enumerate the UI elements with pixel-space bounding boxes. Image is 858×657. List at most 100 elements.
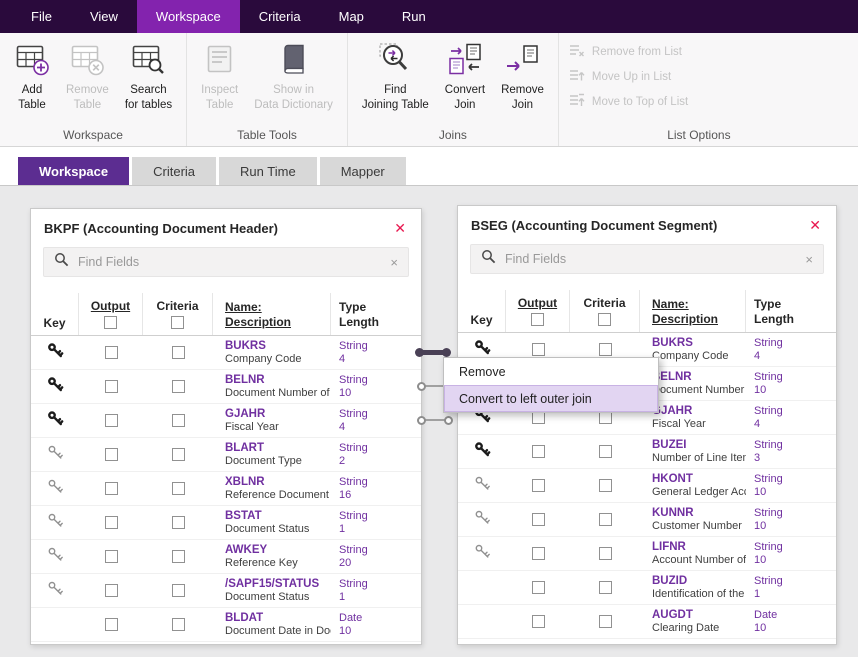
criteria-checkbox[interactable] xyxy=(598,547,612,560)
output-checkbox[interactable] xyxy=(104,414,118,427)
menu-run[interactable]: Run xyxy=(383,0,445,33)
table-header: Key Output Criteria Name: Description Ty… xyxy=(458,290,836,333)
tab-criteria[interactable]: Criteria xyxy=(132,157,217,185)
tab-mapper[interactable]: Mapper xyxy=(319,157,406,185)
output-checkbox[interactable] xyxy=(104,482,118,495)
menu-map[interactable]: Map xyxy=(320,0,383,33)
criteria-checkbox[interactable] xyxy=(171,414,185,427)
field-name[interactable]: BUZEI xyxy=(652,439,687,451)
type-cell: String 4 xyxy=(331,336,421,369)
convert-join-button[interactable]: Convert Join xyxy=(439,36,491,128)
tab-workspace[interactable]: Workspace xyxy=(18,157,130,185)
selected-join-endpoint-dot[interactable] xyxy=(415,348,424,357)
criteria-checkbox[interactable] xyxy=(171,482,185,495)
search-for-tables-button[interactable]: Search for tables xyxy=(119,36,178,128)
field-name[interactable]: LIFNR xyxy=(652,541,686,553)
output-checkbox[interactable] xyxy=(531,547,545,560)
type-cell: String 3 xyxy=(746,435,836,468)
field-name[interactable]: BLART xyxy=(225,442,264,454)
criteria-checkbox[interactable] xyxy=(598,581,612,594)
join-endpoint-circle[interactable] xyxy=(444,416,453,425)
field-name[interactable]: AUGDT xyxy=(652,609,693,621)
name-cell: BSTAT Document Status xyxy=(213,506,331,539)
output-checkbox[interactable] xyxy=(531,581,545,594)
clear-search-icon[interactable]: × xyxy=(390,255,398,270)
criteria-checkbox[interactable] xyxy=(171,516,185,529)
output-checkbox[interactable] xyxy=(531,615,545,628)
output-checkbox[interactable] xyxy=(104,448,118,461)
name-column-label[interactable]: Name: xyxy=(225,300,262,314)
output-checkbox[interactable] xyxy=(531,343,545,356)
field-name[interactable]: BUKRS xyxy=(652,337,693,349)
menubar: File View Workspace Criteria Map Run xyxy=(0,0,858,33)
output-column-label[interactable]: Output xyxy=(91,299,130,313)
criteria-select-all-checkbox[interactable] xyxy=(171,316,184,329)
context-menu-item-remove[interactable]: Remove xyxy=(444,358,658,385)
menu-workspace[interactable]: Workspace xyxy=(136,0,240,33)
menu-file[interactable]: File xyxy=(12,0,71,33)
criteria-checkbox[interactable] xyxy=(171,448,185,461)
output-checkbox[interactable] xyxy=(531,513,545,526)
criteria-select-all-checkbox[interactable] xyxy=(598,313,611,326)
output-select-all-checkbox[interactable] xyxy=(531,313,544,326)
join-endpoint-circle[interactable] xyxy=(417,416,426,425)
length-column-label: Length xyxy=(754,311,794,326)
close-panel-icon[interactable]: ✕ xyxy=(807,217,823,234)
search-tables-icon xyxy=(130,41,166,77)
name-column-label[interactable]: Name: xyxy=(652,297,689,311)
field-name[interactable]: HKONT xyxy=(652,473,693,485)
criteria-checkbox[interactable] xyxy=(598,343,612,356)
output-checkbox[interactable] xyxy=(531,479,545,492)
tab-run-time[interactable]: Run Time xyxy=(219,157,317,185)
find-fields-input[interactable]: Find Fields × xyxy=(43,247,409,277)
description-column-label[interactable]: Description xyxy=(225,315,291,329)
output-checkbox[interactable] xyxy=(531,445,545,458)
button-label: Convert Join xyxy=(444,84,486,111)
name-cell: BUZEINumber of Line Item W xyxy=(640,435,746,468)
criteria-checkbox[interactable] xyxy=(598,513,612,526)
output-column-label[interactable]: Output xyxy=(518,296,557,310)
field-name[interactable]: BUZID xyxy=(652,575,687,587)
criteria-checkbox[interactable] xyxy=(598,615,612,628)
join-endpoint-circle[interactable] xyxy=(417,382,426,391)
button-label: Add Table xyxy=(18,84,46,111)
close-panel-icon[interactable]: ✕ xyxy=(392,220,408,237)
output-checkbox[interactable] xyxy=(104,584,118,597)
menu-criteria[interactable]: Criteria xyxy=(240,0,320,33)
output-select-all-checkbox[interactable] xyxy=(104,316,117,329)
criteria-checkbox[interactable] xyxy=(171,346,185,359)
field-name[interactable]: BELNR xyxy=(225,374,265,386)
output-checkbox[interactable] xyxy=(104,380,118,393)
field-name[interactable]: BLDAT xyxy=(225,612,263,624)
output-checkbox[interactable] xyxy=(104,550,118,563)
field-length: 1 xyxy=(339,591,346,603)
output-checkbox[interactable] xyxy=(104,516,118,529)
criteria-checkbox[interactable] xyxy=(171,584,185,597)
field-name[interactable]: BUKRS xyxy=(225,340,266,352)
criteria-checkbox[interactable] xyxy=(171,380,185,393)
menu-view[interactable]: View xyxy=(71,0,137,33)
field-name[interactable]: KUNNR xyxy=(652,507,694,519)
field-name[interactable]: AWKEY xyxy=(225,544,267,556)
field-name[interactable]: BSTAT xyxy=(225,510,262,522)
context-menu-item-convert-to-left-outer-join[interactable]: Convert to left outer join xyxy=(444,385,658,412)
field-name[interactable]: XBLNR xyxy=(225,476,265,488)
criteria-checkbox[interactable] xyxy=(598,479,612,492)
criteria-checkbox[interactable] xyxy=(171,550,185,563)
find-fields-input[interactable]: Find Fields × xyxy=(470,244,824,274)
find-joining-table-button[interactable]: Find Joining Table xyxy=(356,36,435,128)
selected-join-endpoint-dot[interactable] xyxy=(442,348,451,357)
criteria-checkbox[interactable] xyxy=(598,445,612,458)
description-column-label[interactable]: Description xyxy=(652,312,718,326)
criteria-checkbox[interactable] xyxy=(171,618,185,631)
field-name[interactable]: /SAPF15/STATUS xyxy=(225,578,319,590)
remove-join-button[interactable]: Remove Join xyxy=(495,36,550,128)
type-cell: String 10 xyxy=(746,503,836,536)
output-checkbox[interactable] xyxy=(104,618,118,631)
field-name[interactable]: GJAHR xyxy=(225,408,265,420)
clear-search-icon[interactable]: × xyxy=(805,252,813,267)
field-length: 20 xyxy=(339,557,352,569)
add-table-button[interactable]: Add Table xyxy=(8,36,56,128)
output-checkbox[interactable] xyxy=(104,346,118,359)
inspect-table-icon xyxy=(202,41,238,77)
